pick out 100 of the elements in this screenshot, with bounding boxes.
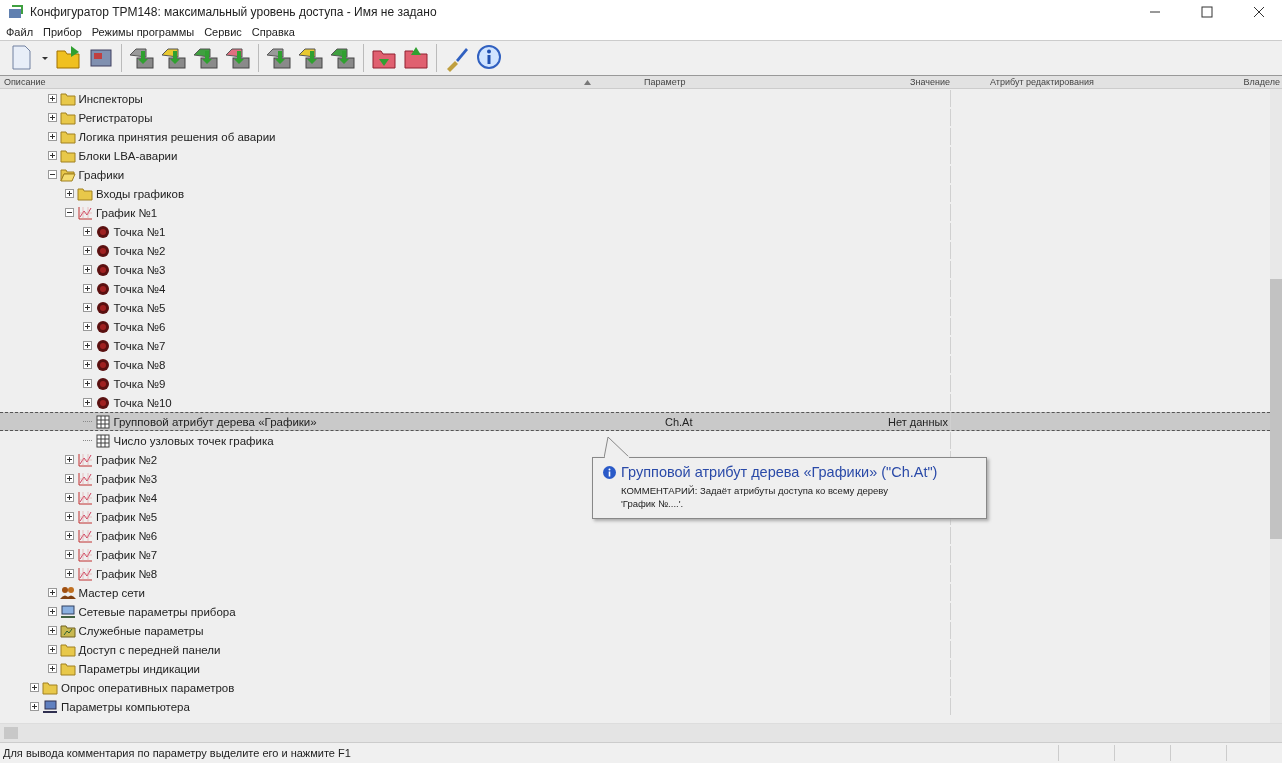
collapse-icon[interactable]	[47, 170, 57, 179]
dot-icon	[94, 224, 111, 239]
expand-icon[interactable]	[47, 588, 57, 597]
tree-item-label[interactable]: Точка №6	[113, 320, 166, 333]
folder-icon	[59, 661, 76, 676]
menu-item[interactable]: Режимы программы	[91, 26, 195, 38]
dot-icon	[94, 357, 111, 372]
expand-icon[interactable]	[30, 702, 39, 711]
expand-icon[interactable]	[47, 626, 57, 635]
column-header[interactable]: Владеле	[1234, 77, 1282, 87]
tree-item-label[interactable]: Точка №3	[113, 263, 166, 276]
tree-item-label[interactable]: График №5	[96, 510, 158, 523]
tree-item-label[interactable]: Сетевые параметры прибора	[78, 605, 236, 618]
tree-item-label[interactable]: Точка №9	[113, 377, 166, 390]
expand-icon[interactable]	[82, 246, 92, 255]
tree-item-label[interactable]: Точка №1	[113, 225, 166, 238]
tree-item-label[interactable]: График №2	[96, 453, 158, 466]
column-header[interactable]: Параметр	[644, 77, 884, 87]
expand-icon[interactable]	[82, 284, 92, 293]
dot-icon	[94, 300, 111, 315]
tree-item-label[interactable]: Точка №7	[113, 339, 166, 352]
expand-icon[interactable]	[47, 645, 57, 654]
app-icon	[8, 5, 24, 19]
tree-item-label[interactable]: Логика принятия решения об аварии	[78, 130, 276, 143]
menu-item[interactable]: Сервис	[204, 26, 242, 38]
tree-item-label[interactable]: Точка №2	[113, 244, 166, 257]
expand-icon[interactable]	[47, 113, 57, 122]
tooltip-title: Групповой атрибут дерева «Графики» ("Ch.At")	[621, 464, 938, 480]
expand-icon[interactable]	[82, 360, 92, 369]
dot-icon	[94, 376, 111, 391]
collapse-icon[interactable]	[65, 208, 74, 217]
tree-item-label[interactable]: График №8	[96, 567, 158, 580]
expand-icon[interactable]	[82, 227, 92, 236]
expand-icon[interactable]	[47, 151, 57, 160]
tree-item-label[interactable]: График №1	[96, 206, 158, 219]
chart-icon	[77, 528, 93, 543]
tree-item-label[interactable]: Параметры компьютера	[61, 700, 190, 713]
folder-icon	[77, 186, 93, 201]
expand-icon[interactable]	[30, 683, 39, 692]
column-header[interactable]: Атрибут редактирования	[954, 77, 1234, 87]
column-header[interactable]: Описание	[0, 77, 584, 87]
tree-item-label[interactable]: Точка №4	[113, 282, 166, 295]
expand-icon[interactable]	[65, 550, 74, 559]
dot-icon	[94, 395, 111, 410]
tree-item-label[interactable]: График №7	[96, 548, 158, 561]
expand-icon[interactable]	[47, 132, 57, 141]
chart-icon	[77, 566, 93, 581]
menu-item[interactable]: Справка	[251, 26, 295, 38]
folder-icon	[59, 148, 76, 163]
tree-item-label[interactable]: График №4	[96, 491, 158, 504]
tree-item-label[interactable]: Параметры индикации	[78, 662, 201, 675]
expand-icon[interactable]	[82, 303, 92, 312]
people-icon	[59, 585, 76, 600]
tree-item-label[interactable]: Групповой атрибут дерева «Графики»	[113, 415, 317, 428]
expand-icon[interactable]	[65, 512, 74, 521]
tree-item-label[interactable]: Точка №5	[113, 301, 166, 314]
folder-icon	[42, 680, 58, 695]
expand-icon[interactable]	[82, 398, 92, 407]
expand-icon[interactable]	[65, 474, 74, 483]
monitor-icon	[59, 604, 76, 619]
expand-icon[interactable]	[47, 94, 57, 103]
expand-icon[interactable]	[65, 569, 74, 578]
column-header[interactable]: Значение	[884, 77, 954, 87]
horizontal-scrollbar[interactable]	[0, 723, 1282, 742]
folder-icon	[59, 110, 76, 125]
expand-icon[interactable]	[47, 607, 57, 616]
tree-item-label[interactable]: График №6	[96, 529, 158, 542]
expand-icon[interactable]	[65, 493, 74, 502]
selected-row[interactable]: Групповой атрибут дерева «Графики» Ch.At Нет данных	[0, 412, 1270, 431]
expand-icon[interactable]	[65, 531, 74, 540]
tree-item-label[interactable]: Блоки LBA-аварии	[78, 149, 178, 162]
parameter-cell: Ch.At	[665, 415, 693, 428]
tree-item-label[interactable]: Входы графиков	[96, 187, 184, 200]
tree-item-label[interactable]: Точка №8	[113, 358, 166, 371]
expand-icon[interactable]	[82, 379, 92, 388]
dot-icon	[94, 243, 111, 258]
vertical-scrollbar[interactable]	[1270, 89, 1282, 723]
menu-item[interactable]: Файл	[6, 26, 34, 38]
dot-icon	[94, 319, 111, 334]
tree-item-label[interactable]: Мастер сети	[78, 586, 145, 599]
tree-item-label[interactable]: Инспекторы	[78, 92, 143, 105]
expand-icon[interactable]	[82, 341, 92, 350]
value-cell: Нет данных	[888, 415, 948, 428]
menu-item[interactable]: Прибор	[43, 26, 82, 38]
tree-item-label[interactable]: Служебные параметры	[78, 624, 204, 637]
tooltip-comment: КОММЕНТАРИЙ: Задаёт атрибуты доступа ко всему дереву 'График №....'.	[620, 484, 889, 510]
tree-item-label[interactable]: Графики	[78, 168, 125, 181]
expand-icon[interactable]	[65, 189, 74, 198]
tree-item-label[interactable]: График №3	[96, 472, 158, 485]
tree-item-label[interactable]: Число узловых точек графика	[113, 434, 274, 447]
chart-icon	[77, 490, 93, 505]
tree-item-label[interactable]: Точка №10	[113, 396, 172, 409]
tree-item-label[interactable]: Опрос оперативных параметров	[61, 681, 235, 694]
tree-item-label[interactable]: Доступ с передней панели	[78, 643, 221, 656]
tree-item-label[interactable]: Регистраторы	[78, 111, 153, 124]
expand-icon[interactable]	[82, 265, 92, 274]
expand-icon[interactable]	[47, 664, 57, 673]
expand-icon[interactable]	[65, 455, 74, 464]
sort-arrow-icon	[584, 80, 591, 85]
expand-icon[interactable]	[82, 322, 92, 331]
